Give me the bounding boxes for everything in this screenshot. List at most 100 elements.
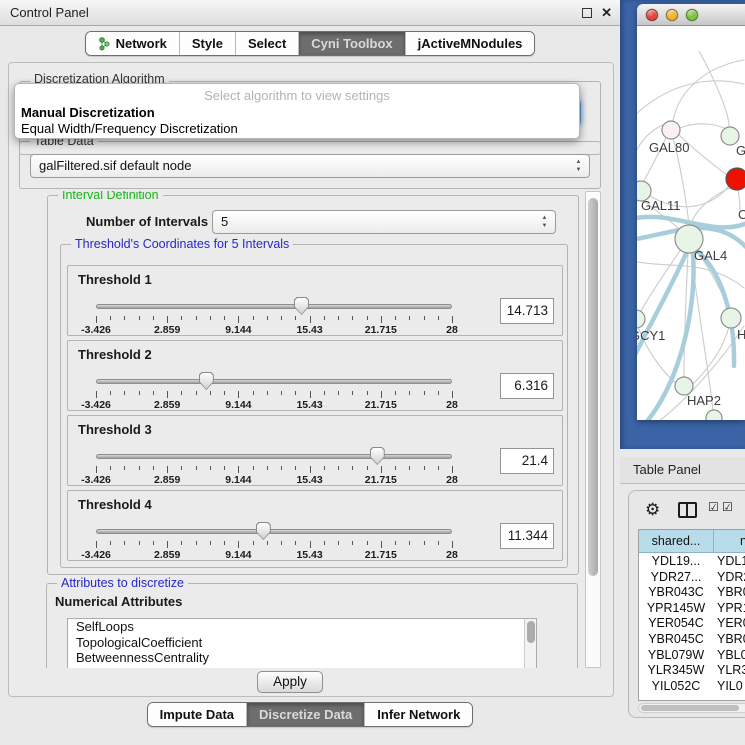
list-item[interactable]: SelfLoops: [68, 619, 536, 635]
threshold-value-field[interactable]: 21.4: [500, 448, 554, 474]
checkbox-icon[interactable]: ☑: [722, 500, 733, 514]
bottom-tab-impute-data[interactable]: Impute Data: [148, 703, 247, 726]
dropdown-option[interactable]: Manual Discretization: [21, 105, 155, 120]
slider-thumb[interactable]: [294, 297, 309, 315]
tick-mark: [381, 541, 382, 548]
table-row[interactable]: YER054CYER0: [639, 616, 745, 632]
tab-cyni-toolbox[interactable]: Cyni Toolbox: [299, 32, 405, 55]
slider-thumb[interactable]: [256, 522, 271, 540]
table-data-combobox[interactable]: galFiltered.sif default node ▲▼: [30, 154, 590, 178]
table-row[interactable]: YDL19...YDL1: [639, 554, 745, 570]
control-panel-titlebar: Control Panel ✕: [0, 0, 620, 26]
tab-jactivemnodules[interactable]: jActiveMNodules: [406, 32, 535, 55]
number-of-intervals-value: 5: [221, 214, 228, 229]
tick-mark: [124, 316, 125, 320]
tick-mark: [196, 466, 197, 470]
node-label: GCY1: [637, 328, 665, 343]
threshold-slider[interactable]: -3.4262.8599.14415.4321.71528: [96, 296, 452, 336]
tick-mark: [409, 391, 410, 395]
tab-label: Style: [192, 36, 223, 51]
tick-mark: [210, 466, 211, 470]
tab-network[interactable]: Network: [86, 32, 180, 55]
graph-node[interactable]: [662, 121, 680, 139]
table-row[interactable]: YBR043CYBR0: [639, 585, 745, 601]
close-icon[interactable]: ✕: [601, 5, 612, 21]
tab-label: Discretize Data: [259, 707, 352, 722]
threshold-label: Threshold 1: [78, 272, 152, 287]
tick-mark: [153, 541, 154, 545]
table-row[interactable]: YLR345WYLR3: [639, 663, 745, 679]
tick-mark: [295, 466, 296, 470]
horizontal-scrollbar[interactable]: [638, 703, 745, 713]
tick-mark: [96, 466, 97, 473]
graph-node[interactable]: [706, 410, 722, 420]
cell-name: YLR3: [717, 663, 745, 679]
tab-style[interactable]: Style: [180, 32, 236, 55]
tab-group: Network Style SelectCyni ToolboxjActiveMNo…: [85, 31, 536, 56]
tick-mark: [338, 316, 339, 320]
bottom-tab-infer-network[interactable]: Infer Network: [365, 703, 472, 726]
node-table[interactable]: shared...nYDL19...YDL1YDR27...YDR2YBR043…: [638, 529, 745, 701]
threshold-slider[interactable]: -3.4262.8599.14415.4321.71528: [96, 446, 452, 486]
threshold-value-field[interactable]: 14.713: [500, 298, 554, 324]
tick-label: 2.859: [154, 549, 180, 561]
tick-mark: [181, 391, 182, 395]
number-of-intervals-combobox[interactable]: 5 ▲▼: [212, 210, 556, 234]
numerical-attributes-label: Numerical Attributes: [55, 594, 182, 609]
cell-name: YIL0: [717, 679, 743, 695]
column-header[interactable]: n: [714, 530, 745, 553]
slider-thumb[interactable]: [199, 372, 214, 390]
bottom-tab-discretize-data[interactable]: Discretize Data: [247, 703, 365, 726]
list-item[interactable]: BetweennessCentrality: [68, 650, 536, 666]
table-row[interactable]: YPR145WYPR1: [639, 601, 745, 617]
graph-node[interactable]: [637, 310, 645, 328]
threshold-value-field[interactable]: 6.316: [500, 373, 554, 399]
table-row[interactable]: YBL079WYBL0: [639, 648, 745, 664]
list-scrollbar[interactable]: [524, 619, 536, 668]
split-view-icon[interactable]: [678, 502, 697, 518]
tick-label: -3.426: [81, 549, 111, 561]
tick-mark: [409, 316, 410, 320]
float-window-icon[interactable]: [582, 8, 592, 18]
dropdown-option[interactable]: Equal Width/Frequency Discretization: [21, 121, 238, 136]
column-header[interactable]: shared...: [639, 530, 714, 553]
tick-label: 15.43: [296, 474, 322, 486]
tick-mark: [338, 466, 339, 470]
threshold-value-field[interactable]: 11.344: [500, 523, 554, 549]
checkbox-icon[interactable]: ☑: [708, 500, 719, 514]
graph-node[interactable]: [726, 168, 745, 190]
tick-mark: [310, 541, 311, 548]
gear-icon[interactable]: ⚙: [645, 500, 660, 520]
table-row[interactable]: YBR045CYBR0: [639, 632, 745, 648]
tick-mark: [281, 541, 282, 545]
table-row[interactable]: YIL052CYIL0: [639, 679, 745, 695]
vertical-scrollbar[interactable]: [585, 191, 601, 668]
mac-minimize-icon[interactable]: [666, 9, 678, 21]
mac-zoom-icon[interactable]: [686, 9, 698, 21]
mac-close-icon[interactable]: [646, 9, 658, 21]
threshold-slider[interactable]: -3.4262.8599.14415.4321.71528: [96, 521, 452, 561]
numerical-attributes-list[interactable]: SelfLoopsTopologicalCoefficientBetweenne…: [67, 618, 537, 668]
tick-mark: [395, 466, 396, 470]
thresholds-group-label: Threshold's Coordinates for 5 Intervals: [71, 237, 293, 251]
threshold-slider[interactable]: -3.4262.8599.14415.4321.71528: [96, 371, 452, 411]
slider-thumb[interactable]: [370, 447, 385, 465]
tick-mark: [238, 391, 239, 398]
tick-mark: [381, 391, 382, 398]
table-data-group: Table Data galFiltered.sif default node …: [19, 141, 601, 189]
scrollbar-thumb[interactable]: [588, 198, 598, 576]
network-canvas[interactable]: GAL80GAGAL11CGAL4GCY1HHAP2: [637, 26, 745, 420]
apply-button[interactable]: Apply: [257, 671, 323, 693]
tab-select[interactable]: Select: [236, 32, 299, 55]
graph-node[interactable]: [721, 308, 741, 328]
cyni-toolbox-panel: Discretization Algorithm ▲▼ Select algor…: [8, 62, 614, 697]
cell-shared-name: YPR145W: [639, 601, 713, 617]
tick-label: 9.144: [225, 549, 251, 561]
tick-mark: [324, 466, 325, 470]
node-label: HAP2: [687, 393, 721, 408]
tick-label: 2.859: [154, 324, 180, 336]
tab-label: Impute Data: [160, 707, 234, 722]
table-row[interactable]: YDR27...YDR2: [639, 570, 745, 586]
list-item[interactable]: TopologicalCoefficient: [68, 635, 536, 651]
table-panel-title: Table Panel: [633, 462, 701, 477]
